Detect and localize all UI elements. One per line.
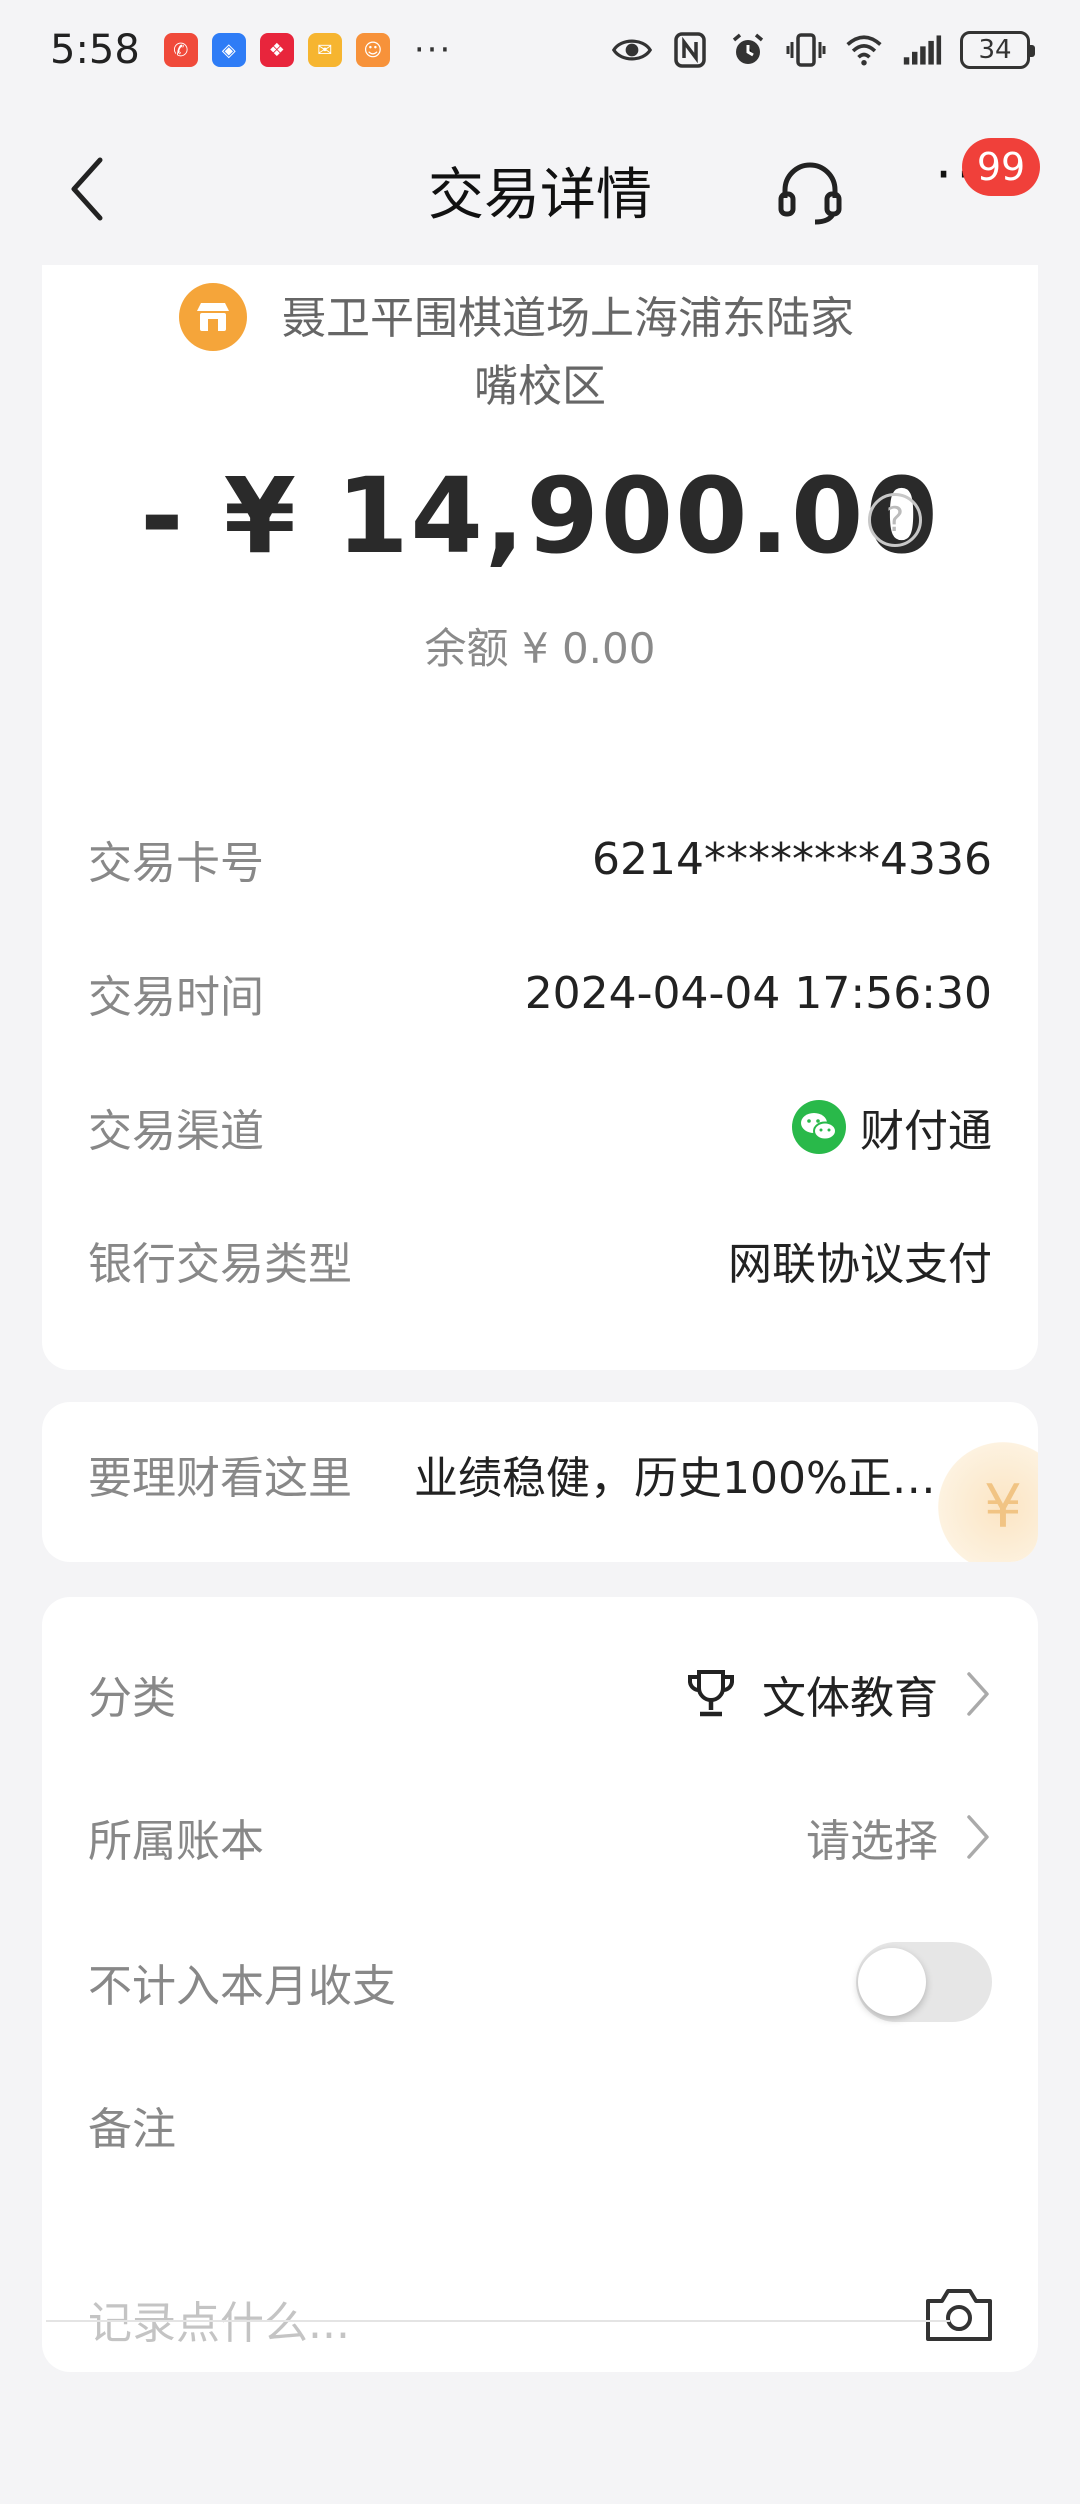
nfc-icon [670, 30, 710, 70]
detail-value: 2024-04-04 17:56:30 [524, 967, 992, 1019]
shopping-app-icon: ☺ [355, 33, 390, 67]
question-icon[interactable]: ? [868, 493, 922, 547]
toggle-knob [858, 1948, 926, 2016]
detail-row-channel: 交易渠道 财付通 [88, 1087, 992, 1167]
ledger-row[interactable]: 所属账本 请选择 [88, 1792, 992, 1882]
promo-label: 要理财看这里 [88, 1453, 352, 1504]
exclude-month-row: 不计入本月收支 [88, 1937, 992, 2027]
transaction-card: 聂卫平围棋道场上海浦东陆家 嘴校区 - ¥ 14,900.00 ? 余额 ¥ 0… [42, 265, 1038, 1370]
detail-label: 交易时间 [88, 972, 264, 1023]
wealth-promo-card[interactable]: 要理财看这里 业绩稳健，历史100%正… ¥ [42, 1402, 1038, 1562]
note-label: 备注 [88, 2104, 176, 2155]
status-time: 5:58 [50, 27, 140, 73]
customer-service-button[interactable] [775, 158, 845, 228]
exclude-month-label: 不计入本月收支 [88, 1961, 396, 2012]
merchant-name-line2: 嘴校区 [474, 361, 606, 412]
chevron-right-icon [967, 1815, 989, 1859]
ledger-value: 请选择 [806, 1816, 938, 1867]
notification-badge: 99 [962, 138, 1040, 196]
nav-bar: 交易详情 ··· 99 [0, 110, 1080, 260]
detail-value-channel: 财付通 [792, 1095, 992, 1159]
chevron-right-icon [967, 1672, 989, 1716]
note-input[interactable]: 记录点什么... [88, 2287, 350, 2351]
bank-app-icon: ❖ [259, 33, 294, 67]
mail-icon: ✉ [307, 33, 342, 67]
detail-value: 6214********4336 [592, 833, 992, 885]
signal-icon [902, 30, 942, 70]
detail-row-time: 交易时间 2024-04-04 17:56:30 [88, 953, 992, 1033]
note-row: 备注 [88, 2080, 992, 2170]
detail-label: 交易卡号 [88, 838, 264, 889]
status-right: 34 [612, 30, 1035, 70]
ledger-right: 请选择 [806, 1805, 992, 1869]
promo-text: 业绩稳健，历史100%正… [414, 1453, 936, 1504]
detail-row-card-number: 交易卡号 6214********4336 [88, 819, 992, 899]
alarm-icon [728, 30, 768, 70]
detail-label: 交易渠道 [88, 1106, 264, 1157]
settings-card: 分类 文体教育 所属账本 请选择 不计入本月收支 备注 记录点什么... [42, 1597, 1038, 2372]
wechat-pay-icon [792, 1100, 846, 1154]
wifi-icon [844, 30, 884, 70]
missed-call-icon: ✆ [163, 33, 198, 67]
detail-row-bank-type: 银行交易类型 网联协议支付 [88, 1220, 992, 1300]
battery-icon: 34 [960, 31, 1035, 69]
status-bar: 5:58 ✆ ◈ ❖ ✉ ☺ ··· 34 [0, 0, 1080, 100]
detail-value: 网联协议支付 [728, 1239, 992, 1290]
page-title: 交易详情 [428, 163, 652, 228]
merchant-name: 聂卫平围棋道场上海浦东陆家 [282, 293, 854, 344]
app-notification-icon: ◈ [211, 33, 246, 67]
note-underline [46, 2320, 950, 2322]
status-left: 5:58 ✆ ◈ ❖ ✉ ☺ ··· [50, 27, 452, 73]
category-row[interactable]: 分类 文体教育 [88, 1649, 992, 1739]
category-right: 文体教育 [686, 1662, 992, 1726]
category-label: 分类 [88, 1673, 176, 1724]
balance-text: 余额 ¥ 0.00 [424, 624, 656, 673]
merchant-store-icon [179, 283, 247, 351]
channel-name: 财付通 [860, 1106, 992, 1157]
vibrate-icon [786, 30, 826, 70]
camera-icon [926, 2289, 992, 2341]
eye-icon [612, 30, 652, 70]
headset-icon [778, 162, 842, 225]
more-notifications-icon: ··· [413, 30, 453, 70]
ledger-label: 所属账本 [88, 1816, 264, 1867]
category-value: 文体教育 [762, 1673, 938, 1724]
camera-button[interactable] [924, 2285, 994, 2345]
detail-label: 银行交易类型 [88, 1239, 352, 1290]
exclude-month-toggle[interactable] [856, 1942, 992, 2022]
trophy-icon [688, 1670, 734, 1717]
